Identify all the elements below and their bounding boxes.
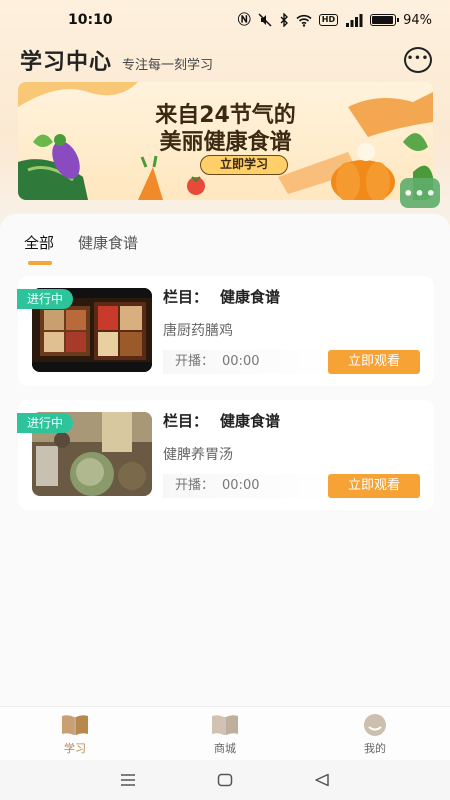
start-time-value: 00:00 (222, 478, 260, 493)
system-nav-bar (0, 760, 450, 800)
promo-banner[interactable]: 来自24节气的 美丽健康食谱 立即学习 (18, 82, 433, 200)
home-icon (217, 773, 233, 787)
course-column: 栏目： 健康食谱 (163, 286, 280, 307)
start-time: 开播： 00:00 (163, 474, 333, 498)
signal-icon (346, 13, 363, 27)
status-badge: 进行中 (17, 413, 74, 433)
tab-label: 全部 (24, 234, 55, 252)
course-card[interactable]: 进行中 栏目： 健康食谱 健脾养胃汤 开播： 00:00 立即观看 (17, 400, 434, 510)
nav-item-study[interactable]: 学习 (0, 707, 150, 760)
column-label: 栏目： (163, 288, 209, 306)
bottom-nav: 学习 商城 我的 (0, 706, 450, 760)
start-time: 开播： 00:00 (163, 350, 333, 374)
back-icon (314, 773, 329, 787)
book-icon (212, 715, 238, 735)
bluetooth-icon (280, 13, 288, 27)
column-value: 健康食谱 (220, 288, 281, 306)
watch-now-button[interactable]: 立即观看 (328, 350, 420, 374)
wifi-icon (296, 14, 312, 27)
column-value: 健康食谱 (220, 412, 281, 430)
nav-item-mall[interactable]: 商城 (150, 707, 300, 760)
status-badge: 进行中 (17, 289, 74, 309)
banner-title: 来自24节气的 美丽健康食谱 (18, 102, 433, 156)
mute-icon (258, 13, 272, 27)
tab-healthy-recipes[interactable]: 健康食谱 (78, 232, 138, 265)
status-icons: Ⓝ HD 94% (238, 13, 432, 28)
more-dots-icon: ••• (403, 183, 437, 203)
course-name: 健脾养胃汤 (163, 447, 233, 463)
tab-label: 健康食谱 (78, 234, 139, 252)
face-icon (364, 714, 386, 736)
system-back-button[interactable] (307, 765, 337, 795)
menu-icon (121, 774, 136, 786)
page-title: 学习中心 (20, 50, 113, 75)
main-content: 全部 健康食谱 进行中 栏目： 健康食谱 唐厨药膳鸡 开播： 00:00 立即观… (0, 214, 450, 714)
start-label: 开播： (175, 478, 215, 493)
tab-all[interactable]: 全部 (24, 232, 54, 265)
status-time: 10:10 (68, 12, 113, 28)
start-label: 开播： (175, 354, 215, 369)
nav-label: 我的 (364, 742, 386, 755)
page-header: 学习中心 专注每一刻学习 ••• (20, 42, 432, 78)
system-menu-button[interactable] (113, 765, 143, 795)
watch-now-button[interactable]: 立即观看 (328, 474, 420, 498)
course-card[interactable]: 进行中 栏目： 健康食谱 唐厨药膳鸡 开播： 00:00 立即观看 (17, 276, 434, 386)
floating-menu-button[interactable]: ••• (400, 178, 440, 208)
banner-title-line-1: 来自24节气的 (155, 103, 296, 128)
battery-level (372, 16, 393, 24)
chat-button[interactable]: ••• (404, 47, 432, 73)
battery-icon (370, 14, 400, 26)
banner-title-line-2: 美丽健康食谱 (159, 130, 292, 155)
hd-icon: HD (318, 14, 339, 26)
chat-bubble-icon: ••• (406, 52, 430, 64)
nav-label: 学习 (64, 742, 86, 755)
column-label: 栏目： (163, 412, 209, 430)
tab-active-indicator (28, 261, 52, 265)
start-time-value: 00:00 (222, 354, 260, 369)
nfc-icon: Ⓝ (237, 12, 251, 28)
nav-item-mine[interactable]: 我的 (300, 707, 450, 760)
book-icon (62, 715, 88, 735)
banner-learn-button[interactable]: 立即学习 (200, 155, 288, 175)
nav-label: 商城 (214, 742, 236, 755)
category-tabs: 全部 健康食谱 (24, 232, 138, 265)
status-bar: 10:10 Ⓝ HD 94% (0, 0, 450, 40)
page-subtitle: 专注每一刻学习 (122, 57, 214, 73)
course-name: 唐厨药膳鸡 (163, 323, 233, 339)
system-home-button[interactable] (210, 765, 240, 795)
battery-percent: 94% (403, 12, 432, 28)
course-column: 栏目： 健康食谱 (163, 410, 280, 431)
